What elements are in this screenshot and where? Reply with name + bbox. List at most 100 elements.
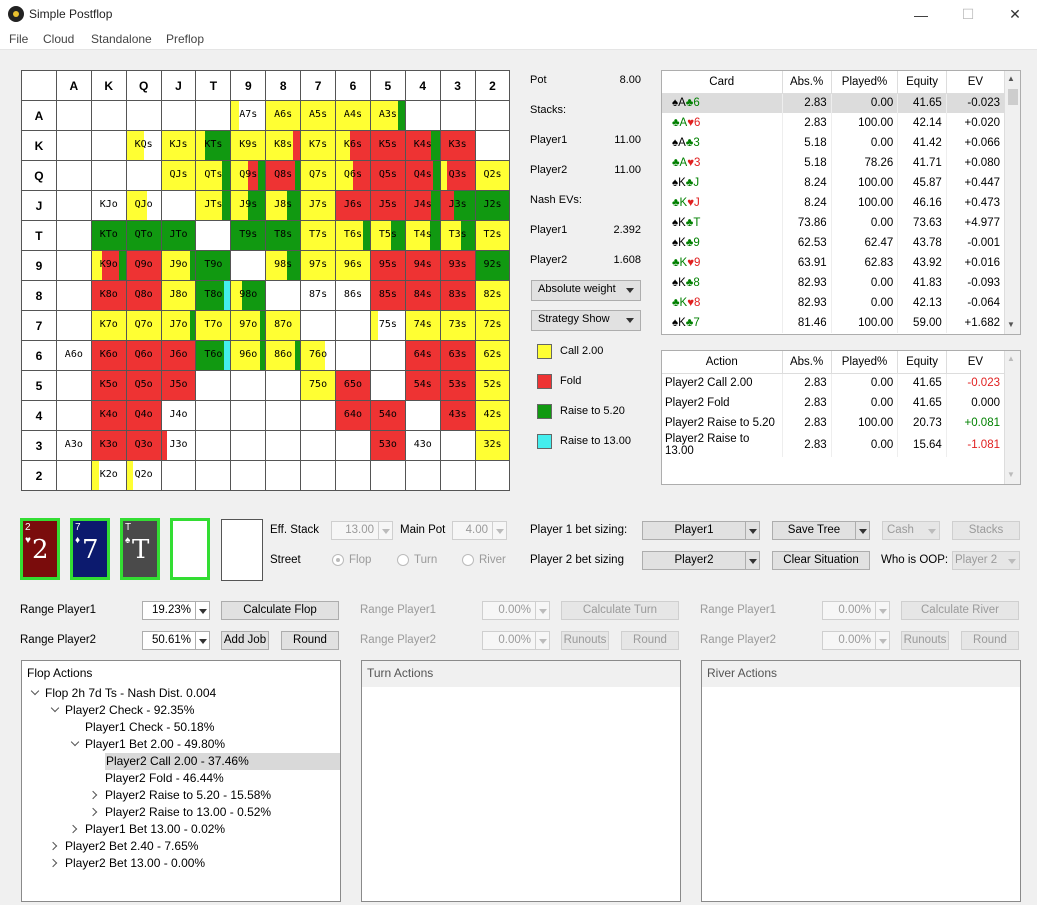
board-card[interactable]: T ♠ T <box>120 518 160 580</box>
hand-cell-q4s[interactable]: Q4s <box>404 160 441 191</box>
hand-cell-empty[interactable] <box>335 310 371 341</box>
action-table-row[interactable]: Player2 Raise to 13.00 2.83 0.00 15.64 -1.08… <box>662 433 1006 457</box>
card-table-row[interactable]: ♠K♣7 81.46 100.00 59.00 +1.682 <box>662 313 1006 333</box>
hand-cell-empty[interactable] <box>160 100 197 131</box>
river-range-p1-select[interactable]: 0.00% <box>822 601 890 620</box>
action-table-row[interactable]: Player2 Call 2.00 2.83 0.00 41.65 -0.023 <box>662 373 1006 393</box>
hand-cell-98o[interactable]: 98o <box>230 280 267 311</box>
hand-cell-empty[interactable] <box>125 100 162 131</box>
hand-cell-54o[interactable]: 54o <box>369 400 406 431</box>
hand-cell-42s[interactable]: 42s <box>474 400 511 431</box>
hand-cell-65o[interactable]: 65o <box>335 370 371 401</box>
hand-cell-empty[interactable] <box>55 460 92 491</box>
hand-cell-64o[interactable]: 64o <box>335 400 371 431</box>
card-table-header[interactable]: Card <box>662 71 783 94</box>
tree-node[interactable]: Player2 Check - 92.35% <box>65 702 194 719</box>
hand-cell-q2s[interactable]: Q2s <box>474 160 511 191</box>
hand-cell-72s[interactable]: 72s <box>474 310 511 341</box>
hand-cell-43o[interactable]: 43o <box>404 430 441 461</box>
hand-cell-82s[interactable]: 82s <box>474 280 511 311</box>
calculate-river-button[interactable]: Calculate River <box>901 601 1019 620</box>
hand-cell-j7o[interactable]: J7o <box>160 310 197 341</box>
hand-cell-53s[interactable]: 53s <box>439 370 476 401</box>
action-table-header[interactable]: Played% <box>831 351 899 374</box>
hand-cell-64s[interactable]: 64s <box>404 340 441 371</box>
hand-cell-empty[interactable] <box>55 400 92 431</box>
action-table-header[interactable]: EV <box>946 351 1006 374</box>
hand-cell-t7o[interactable]: T7o <box>195 310 232 341</box>
board-card[interactable]: 2 ♥ 2 <box>20 518 60 580</box>
hand-cell-k3o[interactable]: K3o <box>90 430 127 461</box>
hand-cell-j4s[interactable]: J4s <box>404 190 441 221</box>
menu-cloud[interactable]: Cloud <box>43 32 74 46</box>
river-round-button[interactable]: Round <box>961 631 1019 650</box>
hand-cell-q8s[interactable]: Q8s <box>265 160 302 191</box>
hand-cell-empty[interactable] <box>55 100 92 131</box>
hand-cell-a3o[interactable]: A3o <box>55 430 92 461</box>
flop-range-p1-select[interactable]: 19.23% <box>142 601 210 620</box>
hand-cell-73s[interactable]: 73s <box>439 310 476 341</box>
close-button[interactable]: ✕ <box>992 0 1037 29</box>
hand-cell-32s[interactable]: 32s <box>474 430 511 461</box>
hand-cell-76o[interactable]: 76o <box>300 340 337 371</box>
range-matrix[interactable]: A K Q J T 9 8 7 6 5 4 3 2 A A7s A6s A5s A4s A3s K KQs KJs KTs K… <box>21 70 511 491</box>
hand-cell-t9o[interactable]: T9o <box>195 250 232 281</box>
card-table-row[interactable]: ♠K♣9 62.53 62.47 43.78 -0.001 <box>662 233 1006 253</box>
tree-node[interactable]: Player2 Bet 13.00 - 0.00% <box>65 855 205 872</box>
hand-cell-empty[interactable] <box>369 460 406 491</box>
hand-cell-a3s[interactable]: A3s <box>369 100 406 131</box>
turn-range-p2-select[interactable]: 0.00% <box>482 631 550 650</box>
hand-cell-j7s[interactable]: J7s <box>300 190 337 221</box>
hand-cell-jts[interactable]: JTs <box>195 190 232 221</box>
hand-cell-empty[interactable] <box>335 430 371 461</box>
hand-cell-empty[interactable] <box>230 400 267 431</box>
hand-cell-t4s[interactable]: T4s <box>404 220 441 251</box>
action-table-header[interactable]: Abs.% <box>782 351 832 374</box>
hand-cell-k8s[interactable]: K8s <box>265 130 302 161</box>
hand-cell-jto[interactable]: JTo <box>160 220 197 251</box>
hand-cell-84s[interactable]: 84s <box>404 280 441 311</box>
hand-cell-empty[interactable] <box>125 160 162 191</box>
hand-cell-q9s[interactable]: Q9s <box>230 160 267 191</box>
scroll-up-icon[interactable]: ▲ <box>1007 354 1015 363</box>
hand-cell-k9o[interactable]: K9o <box>90 250 127 281</box>
turn-runouts-button[interactable]: Runouts <box>561 631 609 650</box>
chevron-right-icon[interactable] <box>68 824 78 834</box>
chevron-right-icon[interactable] <box>48 841 58 851</box>
menu-standalone[interactable]: Standalone <box>91 32 152 46</box>
tree-node[interactable]: Player2 Raise to 13.00 - 0.52% <box>105 804 271 821</box>
p1-bet-sizing-select[interactable]: Player1 <box>642 521 760 540</box>
hand-cell-empty[interactable] <box>90 130 127 161</box>
scroll-up-icon[interactable]: ▲ <box>1007 74 1015 83</box>
hand-cell-k9s[interactable]: K9s <box>230 130 267 161</box>
street-radio-turn[interactable] <box>397 554 409 566</box>
hand-cell-empty[interactable] <box>230 370 267 401</box>
hand-cell-empty[interactable] <box>195 370 232 401</box>
hand-cell-empty[interactable] <box>55 310 92 341</box>
action-table-header[interactable]: Action <box>662 351 783 374</box>
hand-cell-empty[interactable] <box>439 100 476 131</box>
hand-cell-87o[interactable]: 87o <box>265 310 302 341</box>
calculate-turn-button[interactable]: Calculate Turn <box>561 601 679 620</box>
tree-node[interactable]: Player2 Raise to 5.20 - 15.58% <box>105 787 271 804</box>
card-table-row[interactable]: ♠K♣T 73.86 0.00 73.63 +4.977 <box>662 213 1006 233</box>
tree-node[interactable]: Player1 Bet 13.00 - 0.02% <box>85 821 225 838</box>
tree-node[interactable]: Player1 Bet 2.00 - 49.80% <box>85 736 225 753</box>
hand-cell-j8o[interactable]: J8o <box>160 280 197 311</box>
hand-cell-j3o[interactable]: J3o <box>160 430 197 461</box>
hand-cell-96o[interactable]: 96o <box>230 340 267 371</box>
spinner-arrows-icon[interactable] <box>378 522 392 539</box>
hand-cell-k2o[interactable]: K2o <box>90 460 127 491</box>
hand-cell-empty[interactable] <box>230 250 267 281</box>
hand-cell-k7o[interactable]: K7o <box>90 310 127 341</box>
hand-cell-75o[interactable]: 75o <box>300 370 337 401</box>
card-table-header[interactable]: Abs.% <box>782 71 832 94</box>
hand-cell-83s[interactable]: 83s <box>439 280 476 311</box>
chevron-right-icon[interactable] <box>88 807 98 817</box>
hand-cell-j2s[interactable]: J2s <box>474 190 511 221</box>
hand-cell-empty[interactable] <box>160 460 197 491</box>
hand-cell-empty[interactable] <box>55 370 92 401</box>
hand-cell-q8o[interactable]: Q8o <box>125 280 162 311</box>
main-pot-spinner[interactable]: 4.00 <box>452 521 507 540</box>
hand-cell-q5s[interactable]: Q5s <box>369 160 406 191</box>
